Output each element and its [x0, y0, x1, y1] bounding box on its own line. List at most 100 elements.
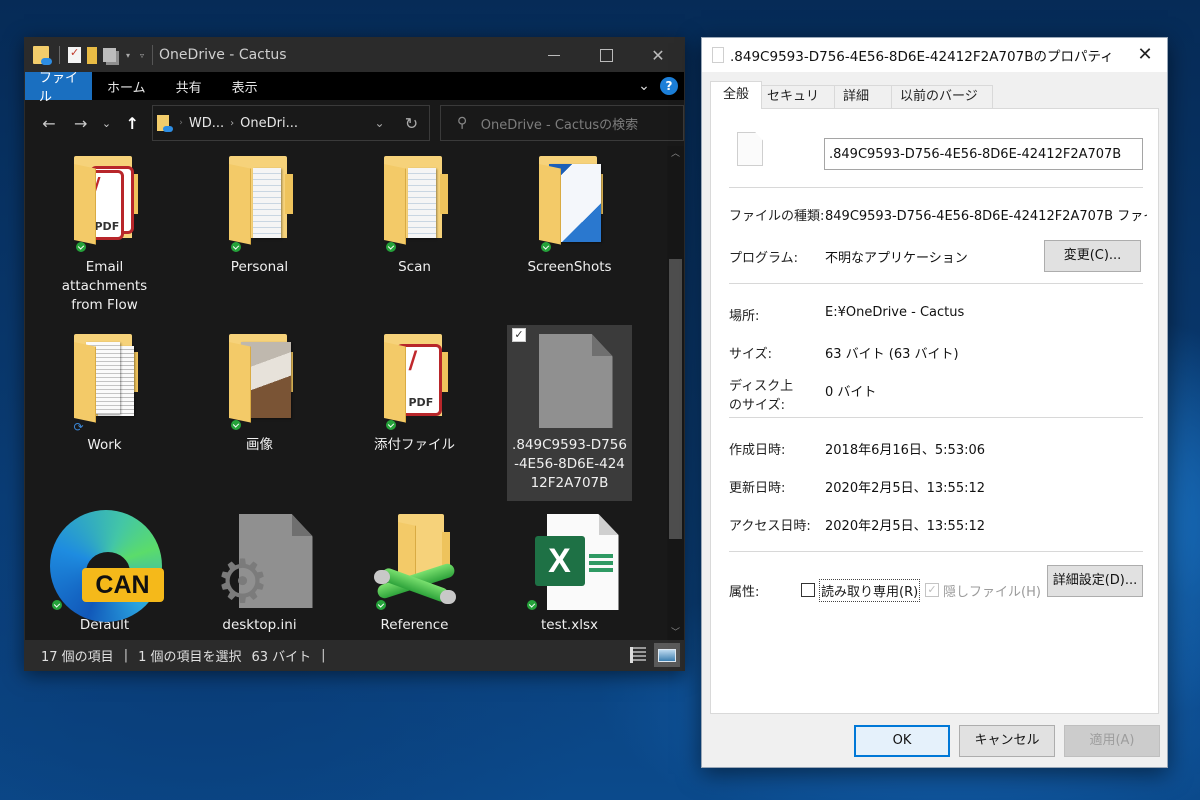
maximize-button[interactable]: [580, 38, 632, 72]
program-label: プログラム:: [729, 251, 798, 266]
ok-button[interactable]: OK: [854, 725, 950, 757]
list-item[interactable]: Personal: [197, 154, 322, 277]
divider: [729, 551, 1143, 552]
sync-ok-icon: [385, 420, 396, 430]
minimize-button[interactable]: [528, 38, 580, 72]
program-value: 不明なアプリケーション: [825, 251, 968, 266]
created-label: 作成日時:: [729, 443, 786, 458]
list-item[interactable]: ∕ PDF Email attachments from Flow: [42, 154, 167, 315]
customize-quick-access-icon[interactable]: ▿: [140, 51, 144, 60]
item-name: Work: [87, 437, 122, 453]
dialog-titlebar[interactable]: .849C9593-D756-4E56-8D6E-42412F2A707Bのプロ…: [702, 38, 1167, 72]
chevron-down-icon[interactable]: ▾: [126, 51, 130, 60]
copy-icon[interactable]: [103, 48, 116, 62]
refresh-icon[interactable]: ↻: [395, 114, 429, 133]
advanced-button[interactable]: 詳細設定(D)...: [1047, 565, 1143, 597]
list-item[interactable]: CAN Default: [42, 510, 167, 635]
location-label: 場所:: [729, 309, 760, 324]
details-view-icon[interactable]: [630, 647, 646, 663]
scrollbar-thumb[interactable]: [669, 259, 682, 539]
item-name: desktop.ini: [222, 617, 297, 633]
search-icon: ⚲: [456, 115, 467, 131]
close-icon[interactable]: ✕: [1123, 38, 1167, 72]
ribbon-tabs: ファイル ホーム 共有 表示 ⌄ ?: [25, 71, 684, 105]
readonly-label[interactable]: 読み取り専用(R): [818, 579, 921, 602]
address-dropdown-icon[interactable]: ⌄: [365, 116, 395, 130]
change-program-button[interactable]: 変更(C)...: [1044, 240, 1141, 272]
sync-ok-icon: [51, 600, 62, 610]
tab-share[interactable]: 共有: [161, 72, 217, 100]
forward-button[interactable]: →: [65, 108, 97, 138]
edge-shortcut-icon: CAN: [46, 510, 164, 622]
back-button[interactable]: ←: [33, 108, 65, 138]
onedrive-folder-icon: [157, 115, 174, 132]
list-item[interactable]: X test.xlsx: [507, 512, 632, 635]
divider: |: [321, 647, 326, 663]
file-name-input[interactable]: [824, 138, 1143, 170]
sync-ok-icon: [526, 600, 537, 610]
hidden-label[interactable]: 隠しファイル(H): [943, 581, 1041, 600]
readonly-checkbox[interactable]: [801, 583, 815, 597]
search-input[interactable]: ⚲ OneDrive - Cactusの検索: [439, 105, 685, 141]
item-name: Email attachments from Flow: [61, 259, 148, 313]
apply-button[interactable]: 適用(A): [1064, 725, 1160, 757]
tab-view[interactable]: 表示: [217, 72, 273, 100]
status-bar: 17 個の項目 | 1 個の項目を選択 63 バイト |: [25, 640, 684, 670]
modified-label: 更新日時:: [729, 481, 786, 496]
file-icon: [737, 132, 763, 166]
close-button[interactable]: ✕: [632, 38, 684, 72]
tab-file[interactable]: ファイル: [25, 71, 92, 105]
tab-security[interactable]: セキュリティ: [761, 85, 836, 126]
item-name: test.xlsx: [541, 617, 598, 633]
folder-icon: ⟳: [60, 332, 150, 434]
tab-home[interactable]: ホーム: [92, 72, 161, 100]
vertical-scrollbar[interactable]: ︿ ﹀: [667, 146, 684, 642]
chevron-right-icon[interactable]: ›: [179, 118, 183, 128]
file-explorer-window: ▾ ▿ OneDrive - Cactus ✕ ファイル ホーム 共有 表示 ⌄…: [24, 37, 685, 671]
list-item[interactable]: 画像: [197, 332, 322, 455]
expand-ribbon-icon[interactable]: ⌄: [630, 72, 658, 100]
tab-details[interactable]: 詳細: [834, 85, 893, 109]
item-name: .849C9593-D756 -4E56-8D6E-424 12F2A707B: [512, 437, 627, 491]
item-name: 画像: [246, 437, 273, 453]
accessed-value: 2020年2月5日、13:55:12: [825, 519, 986, 534]
new-folder-icon[interactable]: [87, 46, 97, 64]
folder-icon: [215, 154, 305, 254]
recent-locations-button[interactable]: ⌄: [97, 108, 117, 138]
breadcrumb-segment[interactable]: OneDri...: [240, 116, 298, 131]
selection-size: 63 バイト: [251, 649, 312, 665]
properties-dialog: .849C9593-D756-4E56-8D6E-42412F2A707Bのプロ…: [701, 37, 1168, 768]
explorer-titlebar[interactable]: ▾ ▿ OneDrive - Cactus ✕: [25, 38, 684, 72]
chevron-right-icon[interactable]: ›: [230, 118, 234, 129]
divider: [729, 417, 1143, 418]
list-item[interactable]: ∕ PDF 添付ファイル: [352, 332, 477, 455]
list-item-selected[interactable]: ✓ .849C9593-D756 -4E56-8D6E-424 12F2A707…: [507, 325, 632, 501]
divider: [729, 187, 1143, 188]
list-item[interactable]: Scan: [352, 154, 477, 277]
sync-ok-icon: [375, 600, 386, 610]
help-icon[interactable]: ?: [660, 77, 678, 95]
properties-icon[interactable]: [68, 46, 81, 63]
large-icons-view-icon[interactable]: [654, 643, 680, 667]
breadcrumb-segment[interactable]: WD...: [189, 116, 224, 131]
list-item[interactable]: ⚙ desktop.ini: [197, 512, 322, 635]
list-item[interactable]: ScreenShots: [507, 154, 632, 277]
divider: [152, 45, 154, 65]
navigation-bar: ← → ⌄ ↑ › WD... › OneDri... ⌄ ↻ ⚲ OneDri…: [25, 100, 685, 146]
cancel-button[interactable]: キャンセル: [959, 725, 1055, 757]
attributes-label: 属性:: [729, 585, 760, 600]
excel-file-icon: X: [525, 512, 619, 612]
file-type-value: 849C9593-D756-4E56-8D6E-42412F2A707B ファイ…: [825, 209, 1147, 224]
address-bar[interactable]: › WD... › OneDri... ⌄ ↻: [152, 105, 430, 141]
scroll-up-icon[interactable]: ︿: [667, 146, 684, 163]
up-button[interactable]: ↑: [116, 108, 148, 138]
folder-cloud-icon: [33, 46, 52, 65]
tab-previous-versions[interactable]: 以前のバージョン: [891, 85, 994, 126]
selection-count: 1 個の項目を選択: [138, 649, 242, 665]
tab-general[interactable]: 全般: [710, 81, 763, 109]
list-item[interactable]: ⟳ Work: [42, 332, 167, 455]
sync-ok-icon: [540, 242, 551, 252]
hidden-checkbox[interactable]: ✓: [925, 583, 939, 597]
list-item[interactable]: Reference: [352, 512, 477, 635]
sync-ok-icon: [230, 242, 241, 252]
